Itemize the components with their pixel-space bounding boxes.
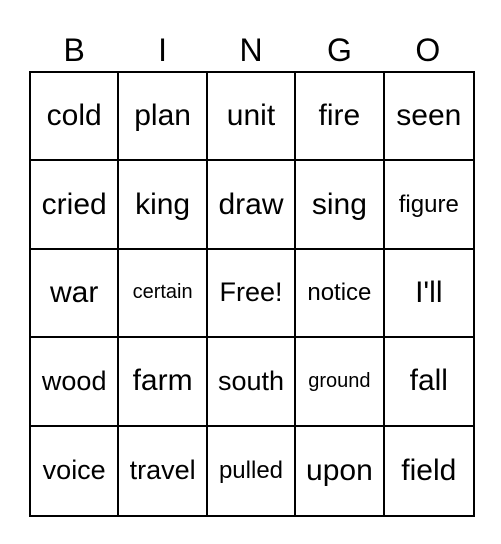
bingo-cell: cried [31, 161, 120, 250]
free-space-cell: Free! [207, 249, 297, 339]
bingo-cell: cold [31, 73, 120, 162]
bingo-cell: south [207, 338, 297, 427]
header-letter-b: B [63, 32, 85, 68]
bingo-cell: voice [31, 426, 120, 515]
bingo-cell: wood [31, 338, 120, 427]
bingo-cell: war [31, 249, 120, 339]
header-letter-g: G [326, 32, 352, 68]
bingo-cell: notice [296, 249, 385, 339]
bingo-cell: figure [384, 161, 473, 250]
bingo-cell: sing [296, 161, 385, 250]
bingo-cell: I'll [384, 250, 473, 339]
bingo-cell: king [119, 161, 208, 250]
bingo-cell: travel [119, 426, 208, 515]
header-letter-n: N [239, 32, 263, 68]
bingo-cell: seen [384, 73, 473, 162]
bingo-cell: plan [119, 73, 208, 162]
header-letter-o: O [415, 32, 441, 68]
bingo-cell: draw [207, 161, 297, 250]
bingo-cell: unit [207, 73, 297, 162]
bingo-cell: ground [296, 338, 385, 427]
bingo-cell: farm [119, 338, 208, 427]
bingo-cell: fall [384, 338, 473, 427]
bingo-cell: certain [119, 249, 208, 339]
bingo-grid: cold plan unit fire seen cried king draw… [29, 71, 475, 517]
bingo-cell: upon [296, 426, 385, 515]
bingo-header: B I N G O [30, 30, 472, 70]
bingo-cell: fire [296, 73, 385, 162]
header-letter-i: I [158, 32, 168, 68]
bingo-cell: field [401, 453, 457, 487]
bingo-cell: pulled [208, 426, 297, 515]
